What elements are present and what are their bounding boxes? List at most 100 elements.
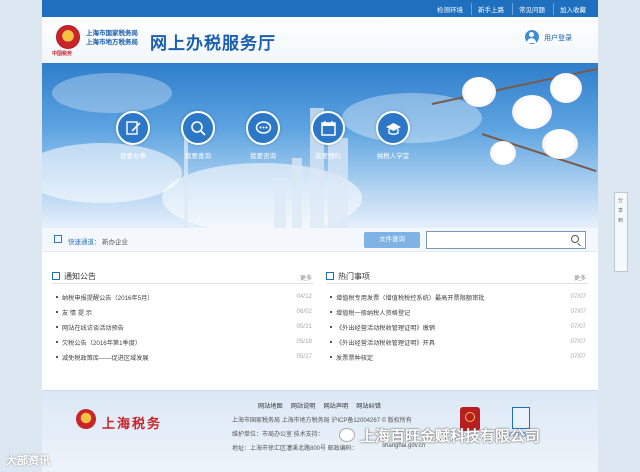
graduation-cap-icon [376, 111, 410, 145]
item-text[interactable]: 网站在线访谈活动预告 [62, 323, 124, 332]
list-item[interactable]: 纳税申报提醒公告（2016年5月） 04/12 [52, 290, 314, 305]
footer-maintainer: 维护单位：市局办公室 技术支持： [232, 432, 324, 438]
more-link[interactable]: 更多 [574, 273, 586, 282]
hot-items-panel: 热门事项 更多 增值税专用发票（增值税税控系统）最高开票限额审批 07/07 增值… [326, 268, 588, 365]
search-input[interactable] [426, 231, 586, 249]
list-item[interactable]: 减免税政策库——促进区域发展 05/27 [52, 350, 314, 365]
footer-address: 地址：上海市徐汇区漕溪北路800号 邮政编码： [232, 446, 358, 452]
footer-link-report-error[interactable]: 网站纠错 [356, 401, 381, 410]
item-text[interactable]: 欠税公告（2016年第1季度） [62, 338, 141, 347]
footer-link-sitemap[interactable]: 网站地图 [258, 401, 283, 410]
watermark-left: 大部资讯 [6, 455, 50, 467]
top-links: 检测环境 新手上路 常见问题 加入收藏 [431, 3, 592, 15]
more-link[interactable]: 更多 [300, 273, 312, 282]
list-item[interactable]: 网站在线访谈活动预告 05/31 [52, 320, 314, 335]
user-icon[interactable] [524, 29, 540, 45]
bullet [56, 341, 58, 343]
tile-query[interactable]: 我要查询 [173, 111, 223, 160]
panel-header: 热门事项 更多 [326, 268, 588, 284]
tile-label: 我要办事 [120, 153, 146, 160]
magnolia-flower [512, 95, 552, 129]
site-header: 中国税务 上海市国家税务局 上海市地方税务局 网上办税服务厅 用户登录 [42, 17, 598, 63]
top-link-bookmark[interactable]: 加入收藏 [553, 3, 592, 15]
item-text[interactable]: 纳税申报提醒公告（2016年5月） [62, 293, 153, 302]
footer-link-statement[interactable]: 网站声明 [324, 401, 349, 410]
document-query-button[interactable]: 文件查询 [364, 232, 420, 248]
bureau-names: 上海市国家税务局 上海市地方税务局 [86, 29, 138, 47]
top-link-faq[interactable]: 常见问题 [512, 3, 551, 15]
bullet [56, 356, 58, 358]
tax-emblem-icon [56, 25, 80, 49]
bullet [56, 311, 58, 313]
item-text[interactable]: 增值税专用发票（增值税税控系统）最高开票限额审批 [336, 293, 485, 302]
magnolia-flower [542, 129, 578, 159]
item-text[interactable]: 增值税一般纳税人资格登记 [336, 308, 410, 317]
search-icon [181, 111, 215, 145]
item-date: 05/18 [296, 338, 312, 345]
list-item[interactable]: 增值税一般纳税人资格登记 07/07 [326, 305, 588, 320]
quick-access-bar: 快速通道： 新办企业 文件查询 [42, 228, 598, 252]
top-utility-bar: 检测环境 新手上路 常见问题 加入收藏 [42, 0, 598, 17]
share-char: 享 [618, 208, 624, 214]
panel-header: 通知公告 更多 [52, 268, 314, 284]
magnolia-flower [550, 73, 582, 103]
panel-title: 通知公告 [64, 272, 96, 281]
item-text[interactable]: 《外出经营活动税收管理证明》开具 [336, 338, 435, 347]
item-text[interactable]: 发票票种核定 [336, 353, 373, 362]
item-date: 07/07 [570, 338, 586, 345]
item-date: 07/07 [570, 308, 586, 315]
tile-handle-affairs[interactable]: 我要办事 [108, 111, 158, 160]
tile-label: 纳税人学堂 [376, 153, 410, 160]
footer-link-about[interactable]: 网站说明 [291, 401, 316, 410]
edit-icon [116, 111, 150, 145]
list-item[interactable]: 《外出经营活动税收管理证明》缴销 07/07 [326, 320, 588, 335]
hero-banner: 我要办事 我要查询 我要咨询 我要预约 纳税人学堂 [42, 63, 598, 228]
bullet [330, 311, 332, 313]
tile-taxpayer-school[interactable]: 纳税人学堂 [368, 111, 418, 160]
bullet [330, 296, 332, 298]
tax-portal-page: 检测环境 新手上路 常见问题 加入收藏 中国税务 上海市国家税务局 上海市地方税… [42, 0, 598, 472]
item-date: 04/12 [296, 293, 312, 300]
service-tiles: 我要办事 我要查询 我要咨询 我要预约 纳税人学堂 [108, 111, 418, 160]
tile-consult[interactable]: 我要咨询 [238, 111, 288, 160]
quick-channel-label: 快速通道： [68, 239, 101, 246]
list-item[interactable]: 欠税公告（2016年第1季度） 05/18 [52, 335, 314, 350]
list-item[interactable]: 发票票种核定 07/07 [326, 350, 588, 365]
tile-label: 我要查询 [185, 153, 211, 160]
notice-icon [52, 272, 60, 280]
bullet [330, 326, 332, 328]
bullet [56, 296, 58, 298]
site-title: 网上办税服务厅 [150, 34, 276, 53]
notice-list: 纳税申报提醒公告（2016年5月） 04/12 友 情 提 示 06/02 网站在线… [52, 290, 314, 365]
skyline-building [292, 158, 302, 228]
bullet [330, 356, 332, 358]
quick-link-new-enterprise[interactable]: 新办企业 [102, 236, 128, 246]
tile-label: 我要预约 [315, 153, 341, 160]
item-date: 07/07 [570, 293, 586, 300]
list-item[interactable]: 增值税专用发票（增值税税控系统）最高开票限额审批 07/07 [326, 290, 588, 305]
login-link[interactable]: 用户登录 [544, 33, 572, 43]
item-date: 05/31 [296, 323, 312, 330]
watermark-right: 上海百旺金赋科技有限公司 [360, 428, 541, 445]
wechat-icon [339, 428, 355, 442]
search-icon[interactable] [571, 235, 579, 243]
hot-list: 增值税专用发票（增值税税控系统）最高开票限额审批 07/07 增值税一般纳税人资格… [326, 290, 588, 365]
skyline-building [274, 178, 286, 228]
bureau-name-national: 上海市国家税务局 [86, 30, 138, 37]
emblem-caption: 中国税务 [52, 51, 73, 57]
item-text[interactable]: 友 情 提 示 [62, 308, 92, 317]
item-text[interactable]: 减免税政策库——促进区域发展 [62, 353, 149, 362]
bullet [330, 341, 332, 343]
top-link-check-env[interactable]: 检测环境 [431, 3, 469, 15]
top-link-beginner[interactable]: 新手上路 [471, 3, 510, 15]
tile-appointment[interactable]: 我要预约 [303, 111, 353, 160]
item-text[interactable]: 《外出经营活动税收管理证明》缴销 [336, 323, 435, 332]
list-item[interactable]: 《外出经营活动税收管理证明》开具 07/07 [326, 335, 588, 350]
footer-copyright: 上海市国家税务局 上海市地方税务局 沪ICP备12004267 © 版权所有 [232, 418, 412, 424]
bullet [56, 326, 58, 328]
item-date: 05/27 [296, 353, 312, 360]
list-item[interactable]: 友 情 提 示 06/02 [52, 305, 314, 320]
share-side-tab[interactable]: 分 享 到 [614, 192, 628, 272]
hot-icon [326, 272, 334, 280]
item-date: 06/02 [296, 308, 312, 315]
